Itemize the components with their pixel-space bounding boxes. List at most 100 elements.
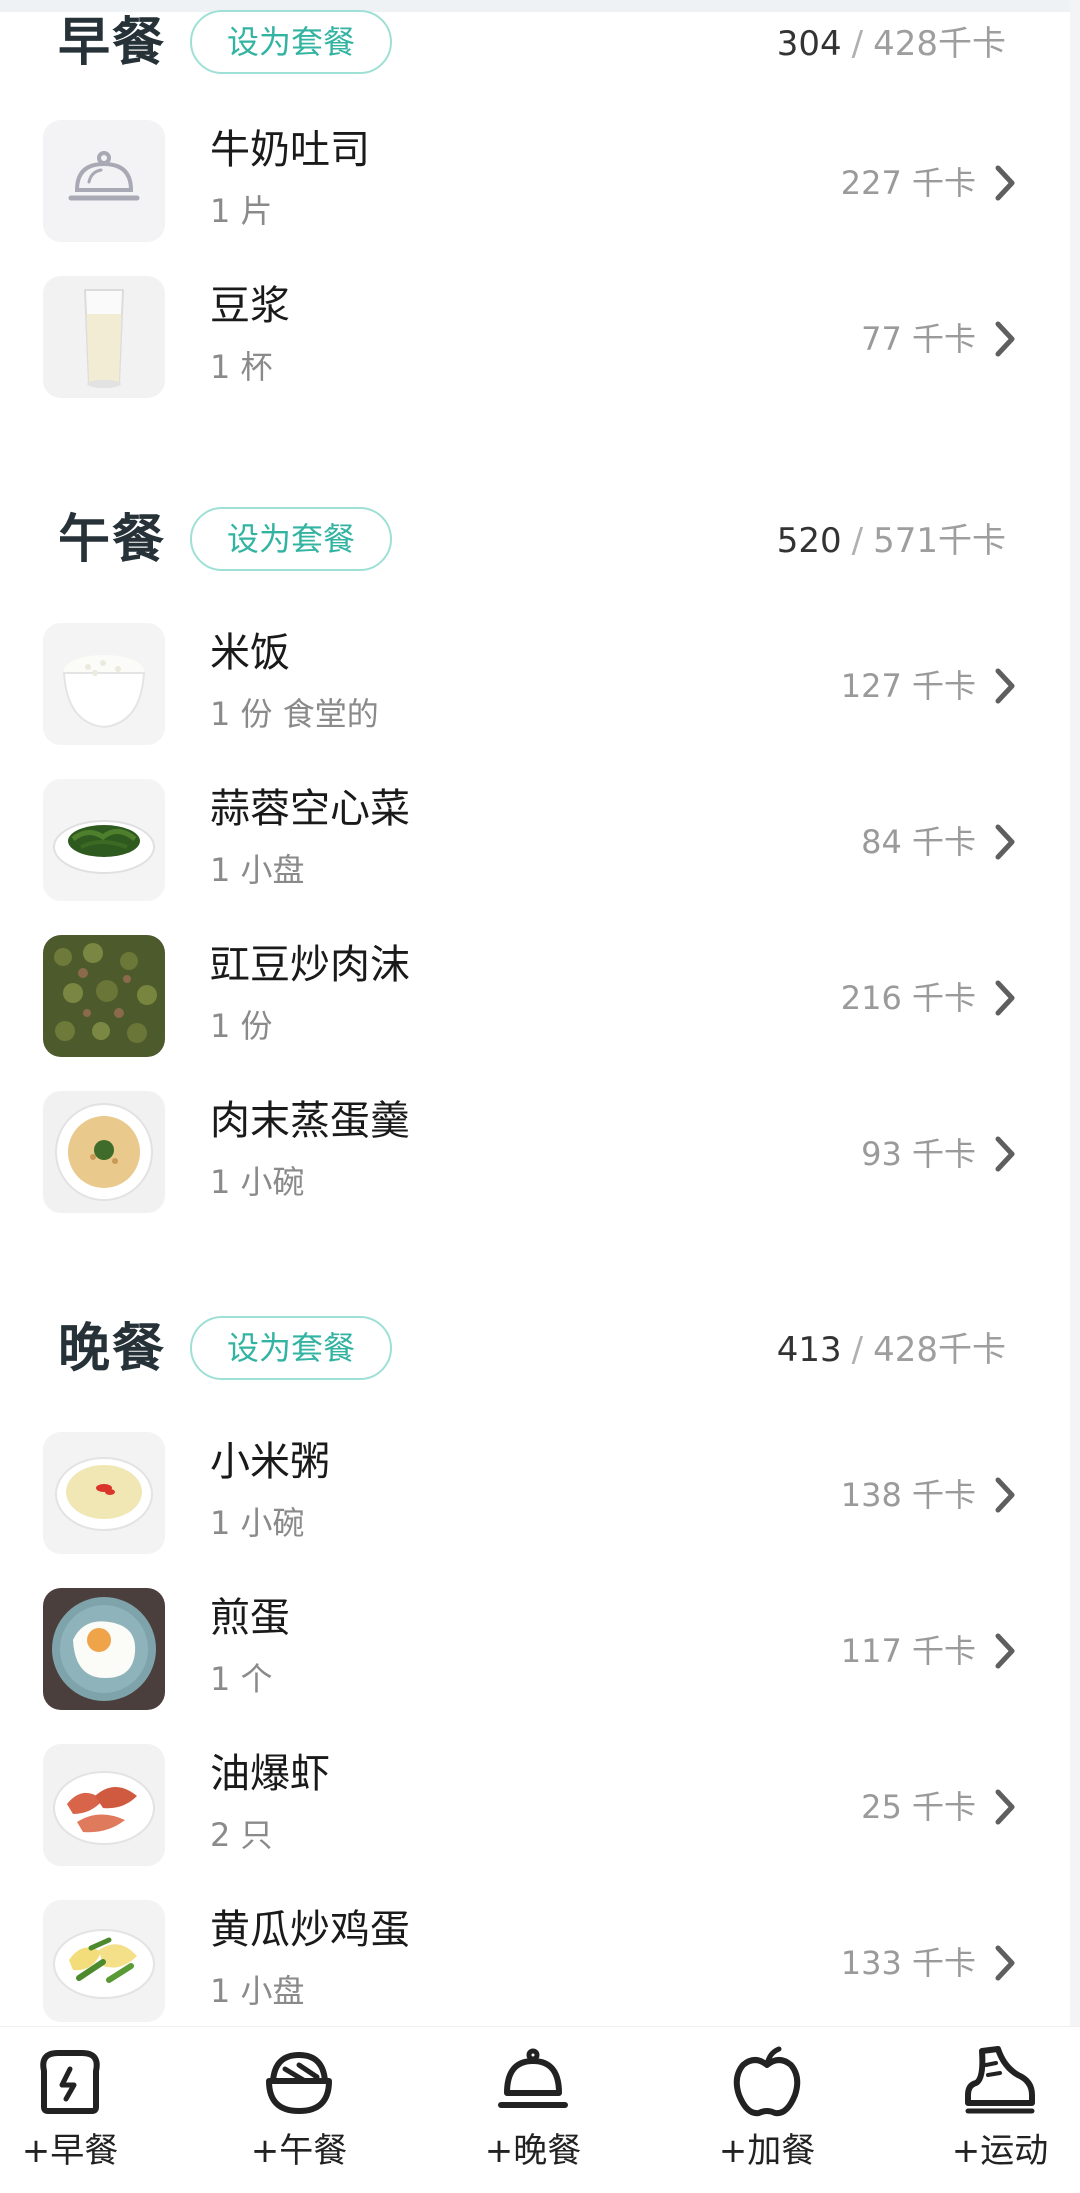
food-name: 肉末蒸蛋羹 [210,1098,410,1144]
lunch-target-calories: 571千卡 [873,521,1006,561]
fried-egg-plate [43,1588,165,1710]
add-snack-button[interactable]: +加餐 [697,2041,837,2191]
chevron-right-icon [995,1136,1015,1172]
food-calories: 84 千卡 [861,823,976,861]
tab-label: +晚餐 [484,2131,582,2171]
breakfast-set-combo-button[interactable]: 设为套餐 [190,10,392,74]
chevron-right-icon [995,165,1015,201]
food-calories: 93 千卡 [861,1135,976,1173]
food-name: 牛奶吐司 [210,127,370,173]
chevron-right-icon [995,980,1015,1016]
list-item[interactable]: 牛奶吐司 1 片 227 千卡 [0,106,1068,262]
dinner-set-combo-button[interactable]: 设为套餐 [190,1316,392,1380]
add-dinner-button[interactable]: +晚餐 [463,2041,603,2191]
dinner-eaten-calories: 413 [776,1330,842,1370]
breakfast-section: 早餐 设为套餐 304/428千卡 牛奶吐司 1 片 227 千卡 豆浆 1 杯… [0,6,1068,398]
food-calories: 133 千卡 [840,1944,976,1982]
food-calories: 117 千卡 [840,1632,976,1670]
food-portion: 1 片 [210,192,273,230]
list-item[interactable]: 煎蛋 1 个 117 千卡 [0,1574,1068,1730]
chevron-right-icon [995,1945,1015,1981]
food-calories: 216 千卡 [840,979,976,1017]
list-item[interactable]: 油爆虾 2 只 25 千卡 [0,1730,1068,1886]
food-name: 蒜蓉空心菜 [210,786,410,832]
food-portion: 1 小碗 [210,1504,305,1542]
food-name: 小米粥 [210,1439,330,1485]
food-name: 油爆虾 [210,1751,330,1797]
apple-icon [733,2046,801,2117]
food-portion: 2 只 [210,1816,273,1854]
chevron-right-icon [995,824,1015,860]
breakfast-target-calories: 428千卡 [873,24,1006,64]
beans-minced-meat [43,935,165,1057]
breakfast-calorie-summary: 304/428千卡 [777,16,1006,72]
lunch-set-combo-button[interactable]: 设为套餐 [190,507,392,571]
dinner-title: 晚餐 [58,1319,167,1379]
bowl-icon [266,2051,332,2114]
calorie-separator: / [851,24,864,64]
food-name: 煎蛋 [210,1595,290,1641]
dish-cover-icon [498,2048,568,2108]
lunch-calorie-summary: 520/571千卡 [777,513,1006,569]
tab-label: +午餐 [250,2131,348,2171]
greens-plate [43,779,165,901]
food-name: 米饭 [210,630,290,676]
dish-cover-icon [43,120,165,242]
soy-milk-glass [43,276,165,398]
dinner-calorie-summary: 413/428千卡 [777,1322,1006,1378]
chevron-right-icon [995,321,1015,357]
food-portion: 1 小盘 [210,1972,305,2010]
list-item[interactable]: 小米粥 1 小碗 138 千卡 [0,1418,1068,1574]
food-calories: 77 千卡 [861,320,976,358]
dinner-target-calories: 428千卡 [873,1330,1006,1370]
lunch-eaten-calories: 520 [776,521,842,561]
lunch-section: 午餐 设为套餐 520/571千卡 米饭 1 份 食堂的 127 千卡 蒜蓉空心… [0,503,1068,1223]
food-portion: 1 小盘 [210,851,305,889]
breakfast-eaten-calories: 304 [776,24,842,64]
diet-log-screen: 早餐 设为套餐 304/428千卡 牛奶吐司 1 片 227 千卡 豆浆 1 杯… [0,0,1080,2193]
tab-label: +加餐 [718,2131,816,2171]
add-lunch-button[interactable]: +午餐 [229,2041,369,2191]
list-item[interactable]: 豇豆炒肉沫 1 份 216 千卡 [0,921,1068,1077]
food-portion: 1 份 食堂的 [210,695,379,733]
add-exercise-button[interactable]: +运动 [930,2041,1070,2191]
lunch-header: 午餐 设为套餐 520/571千卡 [0,503,1068,603]
calorie-separator: / [851,1330,864,1370]
food-calories: 25 千卡 [861,1788,976,1826]
list-item[interactable]: 肉末蒸蛋羹 1 小碗 93 千卡 [0,1077,1068,1233]
sneaker-icon [965,2046,1035,2114]
list-item[interactable]: 豆浆 1 杯 77 千卡 [0,262,1068,418]
chevron-right-icon [995,1633,1015,1669]
food-calories: 138 千卡 [840,1476,976,1514]
chevron-right-icon [995,1789,1015,1825]
food-portion: 1 份 [210,1007,273,1045]
toast-icon [40,2050,100,2114]
list-item[interactable]: 米饭 1 份 食堂的 127 千卡 [0,609,1068,765]
food-name: 黄瓜炒鸡蛋 [210,1907,410,1953]
dinner-section: 晚餐 设为套餐 413/428千卡 小米粥 1 小碗 138 千卡 煎蛋 1 个… [0,1312,1068,2032]
chevron-right-icon [995,1477,1015,1513]
lunch-title: 午餐 [58,510,167,570]
food-calories: 227 千卡 [840,164,976,202]
calorie-separator: / [851,521,864,561]
cucumber-egg [43,1900,165,2022]
list-item[interactable]: 蒜蓉空心菜 1 小盘 84 千卡 [0,765,1068,921]
scrollbar-track[interactable] [1070,0,1080,2026]
breakfast-title: 早餐 [58,13,167,73]
dinner-header: 晚餐 设为套餐 413/428千卡 [0,1312,1068,1412]
steamed-egg-bowl [43,1091,165,1213]
tab-label: +早餐 [21,2131,119,2171]
fried-shrimp [43,1744,165,1866]
breakfast-header: 早餐 设为套餐 304/428千卡 [0,6,1068,106]
add-breakfast-button[interactable]: +早餐 [0,2041,140,2191]
tab-label: +运动 [951,2131,1049,2171]
food-portion: 1 个 [210,1660,273,1698]
bottom-tab-bar: +早餐 +午餐 +晚餐 +加餐 +运动 [0,2026,1080,2193]
list-item[interactable]: 黄瓜炒鸡蛋 1 小盘 133 千卡 [0,1886,1068,2042]
millet-porridge [43,1432,165,1554]
food-portion: 1 杯 [210,348,273,386]
chevron-right-icon [995,668,1015,704]
food-portion: 1 小碗 [210,1163,305,1201]
rice-bowl [43,623,165,745]
food-calories: 127 千卡 [840,667,976,705]
